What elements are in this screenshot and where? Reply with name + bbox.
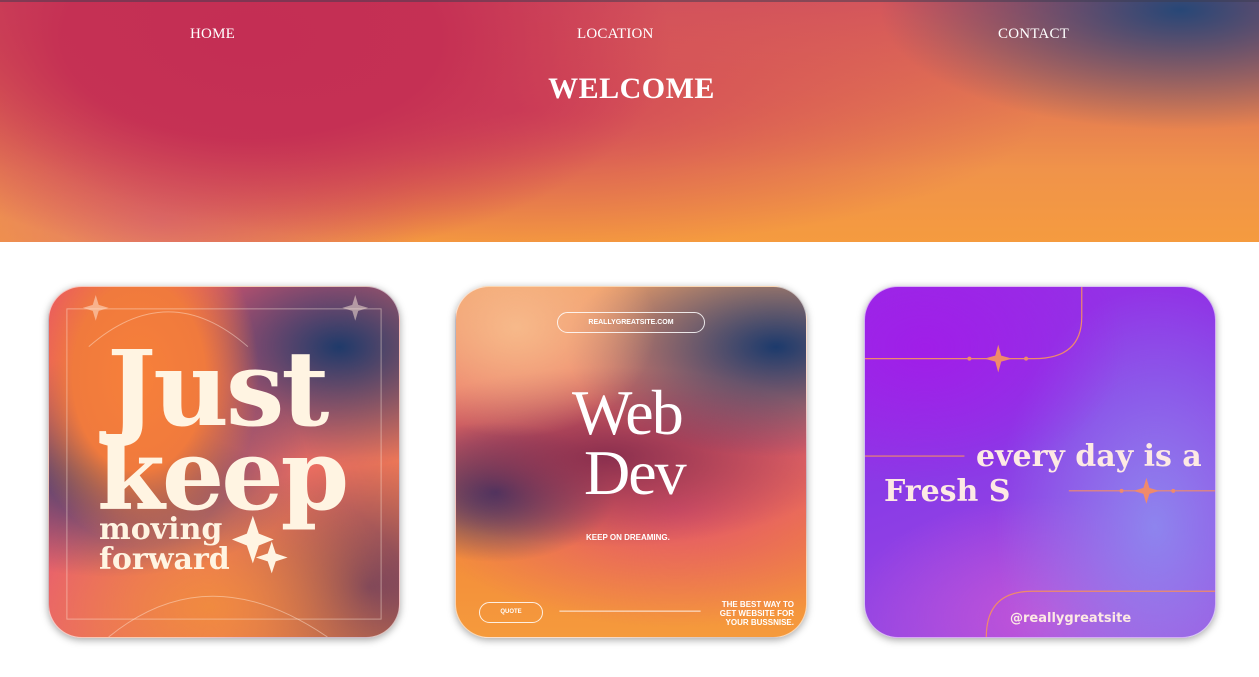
- gallery-card-web-dev[interactable]: REALLYGREATSITE.COM Web Dev KEEP ON DREA…: [455, 286, 807, 638]
- gallery-card-just-keep[interactable]: Just keep moving forward: [48, 286, 400, 638]
- card-note-line-2: GET WEBSITE FOR: [719, 609, 794, 618]
- nav-contact-link[interactable]: CONTACT: [998, 26, 1069, 43]
- card-note-line-3: YOUR BUSSNISE.: [725, 618, 794, 627]
- quote-button[interactable]: QUOTE: [479, 602, 543, 623]
- page-title: WELCOME: [548, 72, 715, 105]
- nav-home-link[interactable]: HOME: [190, 26, 235, 43]
- card-title-dev: Dev: [584, 437, 687, 508]
- card-tagline: KEEP ON DREAMING.: [586, 533, 670, 542]
- top-divider: [0, 0, 1259, 2]
- card-social-handle: @reallygreatsite: [1010, 611, 1132, 626]
- card-note: THE BEST WAY TO GET WEBSITE FOR YOUR BUS…: [686, 600, 794, 627]
- gallery-card-fresh-start[interactable]: every day is a Fresh S @reallygreatsite: [864, 286, 1216, 638]
- card-text-every-day: every day is a: [976, 439, 1202, 474]
- hero-banner: HOME LOCATION CONTACT WELCOME: [0, 0, 1259, 242]
- site-url-badge[interactable]: REALLYGREATSITE.COM: [557, 312, 705, 333]
- card-headline-keep: keep: [97, 418, 349, 533]
- card-note-line-1: THE BEST WAY TO: [721, 600, 794, 609]
- card-subtitle-forward: forward: [99, 542, 230, 577]
- card-text-fresh-start: Fresh S: [884, 474, 1011, 509]
- card-subtitle-moving: moving: [99, 512, 223, 547]
- nav-location-link[interactable]: LOCATION: [577, 26, 654, 43]
- card-title-web: Web: [572, 377, 684, 448]
